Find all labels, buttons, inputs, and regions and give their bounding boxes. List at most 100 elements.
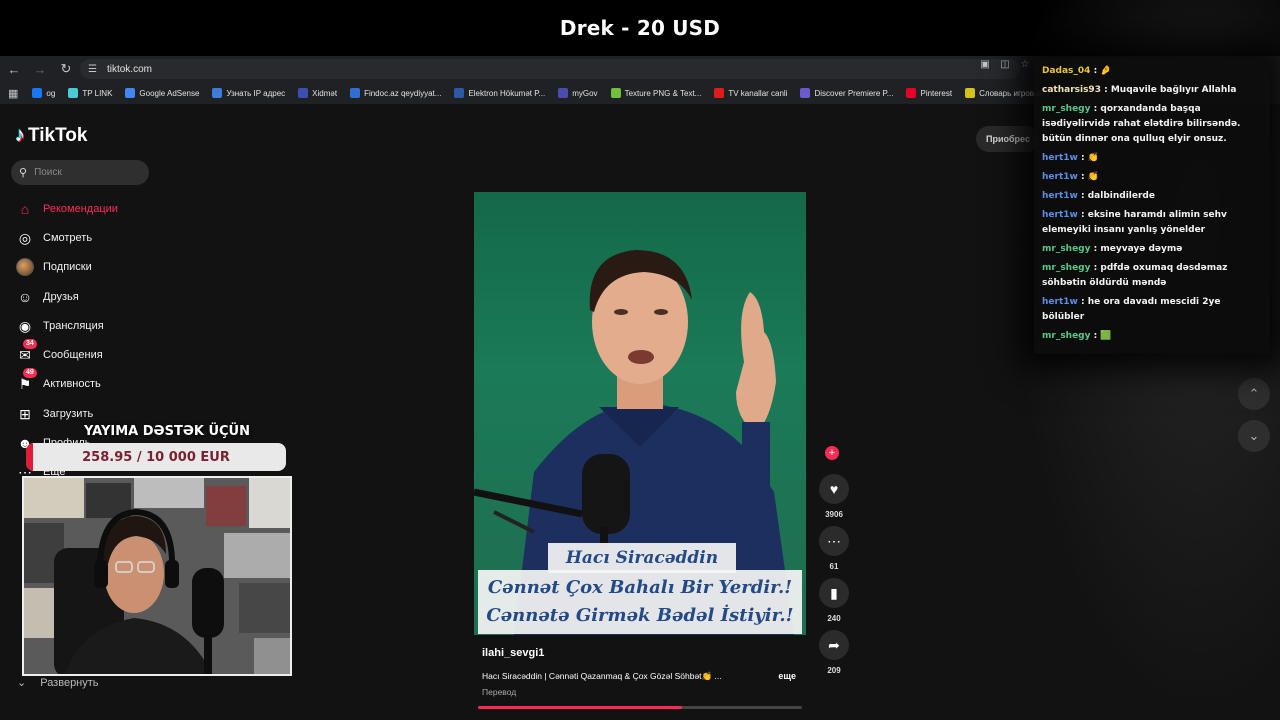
video-username[interactable]: ilahi_sevgi1 [482, 647, 544, 659]
save-count: 240 [827, 614, 841, 623]
chat-nickname[interactable]: hert1w [1042, 297, 1078, 307]
bookmark-item[interactable]: Pinterest [906, 88, 952, 98]
bookmark-item[interactable]: Google AdSense [125, 88, 199, 98]
comment-icon: ⋯ [819, 526, 849, 556]
chat-separator: : [1077, 210, 1088, 220]
chat-nickname[interactable]: Dadas_04 [1042, 66, 1090, 76]
video-player[interactable]: Hacı Siracəddin Cənnət Çox Bahalı Bir Ye… [474, 192, 806, 635]
video-description: Hacı Siracəddin | Cənnəti Qazanmaq & Çox… [482, 671, 722, 681]
donation-amount: 258.95 / 10 000 EUR [82, 449, 230, 465]
chevron-down-icon: ⌄ [17, 677, 27, 689]
chat-message: mr_shegy : 🟩 [1042, 329, 1262, 344]
chat-nickname[interactable]: catharsis93 [1042, 85, 1101, 95]
chat-nickname[interactable]: hert1w [1042, 153, 1078, 163]
back-icon[interactable]: ← [2, 57, 26, 81]
chat-message: hert1w : 👏 [1042, 170, 1262, 185]
bookmark-label: Pinterest [920, 88, 953, 98]
chevron-up-icon[interactable]: ⌃ [1238, 378, 1270, 410]
sidebar-item-label: Загрузить [43, 408, 94, 420]
bookmark-favicon-icon [350, 88, 361, 98]
address-bar[interactable]: ☰ tiktok.com [80, 59, 1020, 79]
chat-nickname[interactable]: mr_shegy [1042, 331, 1091, 341]
bookmark-item[interactable]: myGov [558, 88, 598, 98]
compass-icon: ◎ [18, 229, 32, 246]
save-button[interactable]: ▮ 240 [817, 578, 851, 623]
bookmark-label: Google AdSense [139, 88, 200, 98]
search-icon: ⚲ [19, 167, 28, 179]
bookmark-favicon-icon [906, 88, 917, 98]
bookmark-item[interactable]: Findoc.az qeydiyyat... [350, 88, 441, 98]
sidebar-item-activity[interactable]: ⚑ 49 Активность [15, 368, 101, 395]
site-info-icon[interactable]: ☰ [88, 64, 97, 75]
translate-icon[interactable]: ◫ [998, 59, 1012, 70]
chat-separator: : [1077, 153, 1088, 163]
bookmark-label: TV kanallar canli [728, 88, 788, 98]
expand-label: Развернуть [40, 676, 99, 689]
bookmark-item[interactable]: Texture PNG & Text... [610, 88, 701, 98]
sidebar-item-home[interactable]: ⌂ Рекомендации [15, 198, 118, 220]
video-progress-bar[interactable] [478, 706, 802, 709]
like-button[interactable]: ♥ 3906 [817, 474, 851, 519]
bookmark-label: myGov [572, 88, 598, 98]
bookmark-icon: ▮ [819, 578, 849, 608]
tiktok-logo[interactable]: ♪ TikTok [15, 124, 87, 147]
chat-separator: : [1077, 172, 1088, 182]
comment-count: 61 [829, 562, 839, 571]
notification-badge: 49 [23, 368, 37, 378]
follow-plus-icon[interactable]: + [825, 446, 839, 460]
search-input[interactable] [34, 167, 135, 178]
chevron-down-nav-icon[interactable]: ⌄ [1238, 420, 1270, 452]
sidebar-item-upload[interactable]: ⊞ Загрузить [15, 403, 93, 425]
video-progress-fill [478, 706, 683, 709]
expand-button[interactable]: ⌄ Развернуть [17, 676, 99, 690]
more-link[interactable]: еще [778, 671, 796, 681]
chat-nickname[interactable]: mr_shegy [1042, 263, 1091, 273]
sidebar-item-friends[interactable]: ☺ Друзья [15, 286, 79, 308]
sidebar-item-avatar[interactable]: Подписки [15, 256, 92, 278]
apps-grid-icon[interactable]: ▦ [8, 87, 18, 100]
bookmark-item[interactable]: og [32, 88, 55, 98]
share-icon: ➦ [819, 630, 849, 660]
chat-nickname[interactable]: hert1w [1042, 191, 1078, 201]
caption-line-1: Hacı Siracəddin [565, 548, 719, 568]
chat-separator: : [1090, 263, 1101, 273]
bookmark-item[interactable]: TV kanallar canli [714, 88, 787, 98]
bookmark-label: TP LINK [82, 88, 113, 98]
chat-text: 🤌 [1100, 66, 1112, 76]
sidebar-item-live[interactable]: ◉ Трансляция [15, 315, 104, 337]
bookmark-item[interactable]: Xidmət [298, 88, 337, 98]
chat-message: mr_shegy : meyvayə dəymə [1042, 242, 1262, 257]
bookmark-star-icon[interactable]: ☆ [1018, 59, 1032, 70]
chat-nickname[interactable]: hert1w [1042, 172, 1078, 182]
notification-badge: 34 [23, 339, 37, 349]
chat-text: 👏 [1087, 153, 1099, 163]
tiktok-note-icon: ♪ [15, 124, 25, 146]
chat-nickname[interactable]: hert1w [1042, 210, 1078, 220]
bookmark-label: og [46, 88, 56, 98]
bookmark-label: Узнать IP адрес [226, 88, 286, 98]
sidebar-item-compass[interactable]: ◎ Смотреть [15, 227, 92, 249]
comment-button[interactable]: ⋯ 61 [817, 526, 851, 571]
reload-icon[interactable]: ↻ [54, 57, 78, 81]
bookmark-item[interactable]: TP LINK [68, 88, 112, 98]
bookmark-item[interactable]: Elektron Hökumət P... [454, 88, 545, 98]
chat-nickname[interactable]: mr_shegy [1042, 104, 1091, 114]
donation-progress-bar: 258.95 / 10 000 EUR [26, 443, 286, 471]
bookmark-favicon-icon [32, 88, 43, 98]
translate-link[interactable]: Перевод [482, 687, 516, 697]
messages-icon: ✉ 34 [15, 339, 37, 365]
caption-line-3: Cənnətə Girmək Bədəl İstiyir.! [486, 605, 794, 626]
share-button[interactable]: ➦ 209 [817, 630, 851, 675]
chat-nickname[interactable]: mr_shegy [1042, 244, 1091, 254]
chat-text: meyvayə dəymə [1100, 244, 1183, 254]
chat-text: 👏 [1087, 172, 1099, 182]
bookmark-item[interactable]: Discover Premiere P... [800, 88, 893, 98]
install-app-icon[interactable]: ▣ [978, 59, 992, 70]
forward-icon[interactable]: → [28, 57, 52, 81]
bookmark-item[interactable]: Узнать IP адрес [212, 88, 285, 98]
stream-title: Drek - 20 USD [559, 16, 721, 40]
search-box[interactable]: ⚲ [11, 160, 149, 185]
home-icon: ⌂ [20, 201, 30, 217]
sidebar-item-messages[interactable]: ✉ 34 Сообщения [15, 339, 103, 366]
top-purchase-pill[interactable]: Приобрес [976, 126, 1040, 152]
